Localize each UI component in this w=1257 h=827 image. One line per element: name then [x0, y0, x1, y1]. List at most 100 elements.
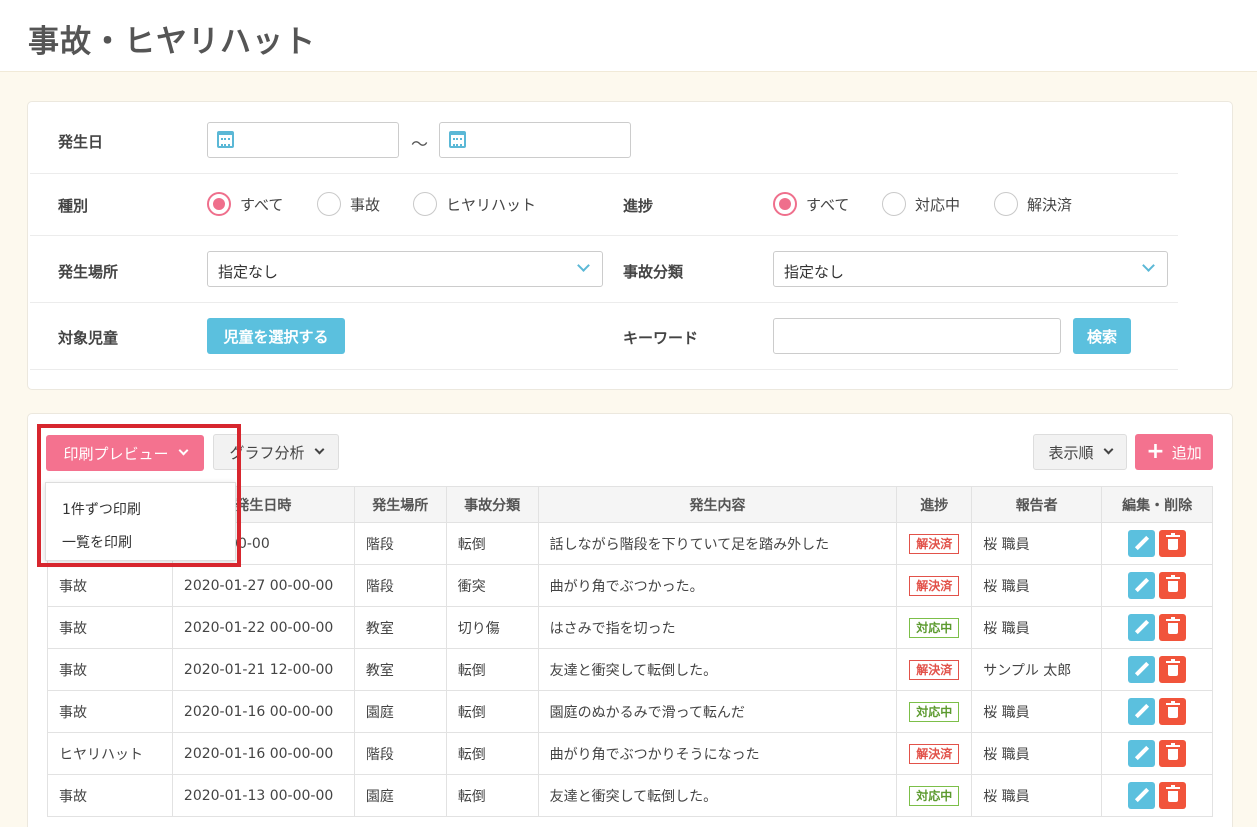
place-label: 発生場所 [58, 263, 119, 281]
delete-button[interactable] [1159, 656, 1187, 683]
cell-status: 対応中 [896, 774, 973, 817]
table-row: 事故 2020-01-27 00-00-00 階段 衝突 曲がり角でぶつかった。 解決済桜… [47, 564, 1213, 607]
cell-category: 転倒 [445, 522, 539, 565]
edit-button[interactable] [1128, 740, 1156, 767]
cell-datetime: 2020-01-13 00-00-00 [171, 774, 355, 817]
cell-category: 転倒 [445, 648, 539, 691]
pencil-icon [1135, 787, 1150, 803]
cell-place: 階段 [353, 732, 447, 775]
cell-datetime: 2020-01-16 00-00-00 [171, 690, 355, 733]
delete-button[interactable] [1159, 614, 1187, 641]
date-from-input[interactable] [207, 122, 399, 158]
select-child-button[interactable]: 児童を選択する [207, 318, 345, 354]
edit-button[interactable] [1128, 782, 1156, 809]
cell-type: ヒヤリハット [47, 732, 173, 775]
cell-actions [1101, 606, 1213, 649]
pencil-icon [1135, 703, 1150, 719]
cell-category: 転倒 [445, 690, 539, 733]
col-header-content: 発生内容 [537, 486, 898, 523]
cell-reporter: 桜 職員 [971, 732, 1103, 775]
delete-button[interactable] [1159, 698, 1187, 725]
cell-reporter: 桜 職員 [971, 774, 1103, 817]
delete-button[interactable] [1159, 530, 1187, 557]
chevron-down-icon [178, 445, 188, 456]
cell-reporter: 桜 職員 [971, 690, 1103, 733]
cell-content: 園庭のぬかるみで滑って転んだ [537, 690, 898, 733]
edit-button[interactable] [1128, 656, 1156, 683]
cell-content: はさみで指を切った [537, 606, 898, 649]
delete-button[interactable] [1159, 740, 1187, 767]
category-select[interactable]: 指定なし [773, 251, 1168, 287]
place-select[interactable]: 指定なし [207, 251, 603, 287]
cell-category: 転倒 [445, 774, 539, 817]
trash-icon [1166, 617, 1181, 634]
delete-button[interactable] [1159, 782, 1187, 809]
progress-radio-resolved[interactable]: 解決済 [994, 192, 1072, 216]
pencil-icon [1135, 745, 1150, 761]
cell-place: 教室 [353, 648, 447, 691]
cell-reporter: サンプル 太郎 [971, 648, 1103, 691]
status-badge: 解決済 [909, 659, 960, 680]
delete-button[interactable] [1159, 572, 1187, 599]
cell-datetime: 2020-01-22 00-00-00 [171, 606, 355, 649]
status-badge: 対応中 [909, 617, 960, 638]
type-radio-accident[interactable]: 事故 [317, 192, 380, 216]
type-radio-all[interactable]: すべて [207, 192, 283, 216]
cell-type: 事故 [47, 564, 173, 607]
status-badge: 対応中 [909, 701, 960, 722]
cell-type: 事故 [47, 648, 173, 691]
date-label: 発生日 [58, 133, 104, 151]
cell-content: 友達と衝突して転倒した。 [537, 774, 898, 817]
cell-reporter: 桜 職員 [971, 522, 1103, 565]
cell-actions [1101, 564, 1213, 607]
print-menu: 1件ずつ印刷 一覧を印刷 [45, 482, 236, 561]
status-badge: 対応中 [909, 785, 960, 806]
calendar-icon [449, 131, 466, 148]
cell-type: 事故 [47, 690, 173, 733]
col-header-category: 事故分類 [445, 486, 539, 523]
cell-category: 衝突 [445, 564, 539, 607]
col-header-status: 進捗 [896, 486, 973, 523]
add-button[interactable]: + 追加 [1135, 434, 1213, 470]
keyword-input[interactable] [773, 318, 1061, 354]
keyword-label: キーワード [623, 329, 699, 347]
sort-button[interactable]: 表示順 [1033, 434, 1127, 470]
status-badge: 解決済 [909, 533, 960, 554]
cell-content: 曲がり角でぶつかりそうになった [537, 732, 898, 775]
search-button[interactable]: 検索 [1073, 318, 1131, 354]
print-preview-button[interactable]: 印刷プレビュー [46, 435, 204, 471]
cell-actions [1101, 732, 1213, 775]
cell-type: 事故 [47, 774, 173, 817]
graph-analysis-button[interactable]: グラフ分析 [213, 434, 339, 470]
cell-status: 対応中 [896, 606, 973, 649]
progress-radio-all[interactable]: すべて [773, 192, 849, 216]
chevron-down-icon [577, 259, 590, 272]
date-to-input[interactable] [439, 122, 631, 158]
edit-button[interactable] [1128, 698, 1156, 725]
print-menu-item-individual[interactable]: 1件ずつ印刷 [62, 499, 141, 519]
cell-place: 園庭 [353, 774, 447, 817]
table-row: 事故 2020-01-16 00-00-00 園庭 転倒 園庭のぬかるみで滑って転んだ対… [47, 690, 1213, 733]
cell-actions [1101, 648, 1213, 691]
cell-reporter: 桜 職員 [971, 606, 1103, 649]
type-radio-nearmiss[interactable]: ヒヤリハット [413, 192, 536, 216]
cell-reporter: 桜 職員 [971, 564, 1103, 607]
cell-content: 曲がり角でぶつかった。 [537, 564, 898, 607]
cell-actions [1101, 774, 1213, 817]
progress-radio-in-progress[interactable]: 対応中 [882, 192, 960, 216]
cell-actions [1101, 522, 1213, 565]
trash-icon [1166, 701, 1181, 718]
chevron-down-icon [1142, 259, 1155, 272]
print-menu-item-list[interactable]: 一覧を印刷 [62, 532, 132, 552]
cell-place: 教室 [353, 606, 447, 649]
chevron-down-icon [1103, 444, 1113, 455]
pencil-icon [1135, 535, 1150, 551]
edit-button[interactable] [1128, 614, 1156, 641]
edit-button[interactable] [1128, 530, 1156, 557]
cell-content: 友達と衝突して転倒した。 [537, 648, 898, 691]
cell-content: 話しながら階段を下りていて足を踏み外した [537, 522, 898, 565]
edit-button[interactable] [1128, 572, 1156, 599]
table-row: 事故 2020-01-13 00-00-00 園庭 転倒 友達と衝突して転倒した。 対応中… [47, 774, 1213, 817]
page-header: 事故・ヒヤリハット [0, 0, 1257, 72]
cell-status: 解決済 [896, 564, 973, 607]
